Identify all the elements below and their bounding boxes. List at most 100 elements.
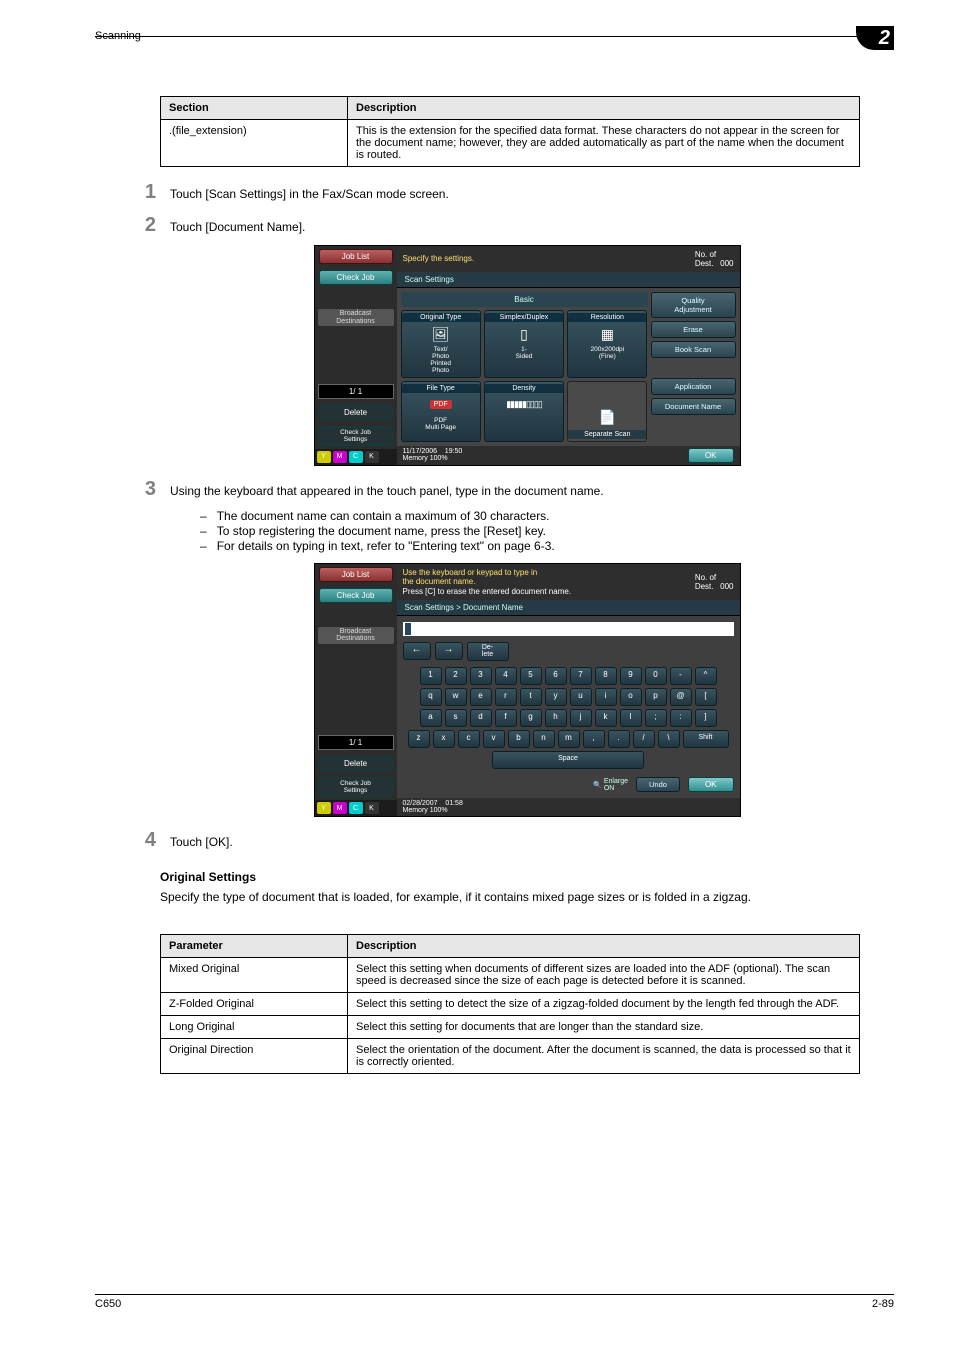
cursor-left-button[interactable]: ← <box>403 642 431 660</box>
check-settings-button[interactable]: Check Job Settings <box>319 777 393 797</box>
key-1[interactable]: 1 <box>420 667 442 685</box>
key-r[interactable]: r <box>495 688 517 706</box>
key-8[interactable]: 8 <box>595 667 617 685</box>
quality-adjustment-button[interactable]: Quality Adjustment <box>651 292 736 318</box>
key-/[interactable]: / <box>633 730 655 748</box>
delete-key[interactable]: De- lete <box>467 642 509 661</box>
table-header: Description <box>348 97 860 120</box>
application-button[interactable]: Application <box>651 378 736 395</box>
check-job-button[interactable]: Check Job <box>319 588 393 603</box>
key-l[interactable]: l <box>620 709 642 727</box>
section-heading: Original Settings <box>160 870 894 884</box>
key-c[interactable]: c <box>458 730 480 748</box>
key-n[interactable]: n <box>533 730 555 748</box>
density-icon: ▮▮▮▮▮▯▯▯▯ <box>513 396 535 414</box>
table-header: Parameter <box>161 935 348 958</box>
undo-button[interactable]: Undo <box>636 777 680 792</box>
section-intro: Specify the type of document that is loa… <box>160 890 894 904</box>
key-q[interactable]: q <box>420 688 442 706</box>
book-scan-button[interactable]: Book Scan <box>651 341 736 358</box>
key-\[interactable]: \ <box>658 730 680 748</box>
key-,[interactable]: , <box>583 730 605 748</box>
key-o[interactable]: o <box>620 688 642 706</box>
page-counter: 1/ 1 <box>318 735 394 750</box>
key-x[interactable]: x <box>433 730 455 748</box>
separate-scan-option[interactable]: 📄 Separate Scan <box>567 381 647 442</box>
key-j[interactable]: j <box>570 709 592 727</box>
pdf-badge: PDF <box>430 400 452 409</box>
key-5[interactable]: 5 <box>520 667 542 685</box>
key-7[interactable]: 7 <box>570 667 592 685</box>
panel-message: Specify the settings. <box>403 254 475 264</box>
breadcrumb: Scan Settings > Document Name <box>397 600 740 616</box>
key-:[interactable]: : <box>670 709 692 727</box>
document-name-button[interactable]: Document Name <box>651 398 736 415</box>
job-list-button[interactable]: Job List <box>319 249 393 264</box>
key-f[interactable]: f <box>495 709 517 727</box>
dest-count: No. ofDest. 000 <box>695 573 734 591</box>
key-e[interactable]: e <box>470 688 492 706</box>
key-0[interactable]: 0 <box>645 667 667 685</box>
key-y[interactable]: y <box>545 688 567 706</box>
cursor-right-button[interactable]: → <box>435 642 463 660</box>
key-t[interactable]: t <box>520 688 542 706</box>
key-9[interactable]: 9 <box>620 667 642 685</box>
check-settings-button[interactable]: Check Job Settings <box>319 426 393 446</box>
density-option[interactable]: Density ▮▮▮▮▮▯▯▯▯ <box>484 381 564 442</box>
step-number: 1 <box>120 181 170 204</box>
delete-button[interactable]: Delete <box>319 756 393 771</box>
check-job-button[interactable]: Check Job <box>319 270 393 285</box>
step-number: 4 <box>120 829 170 852</box>
broadcast-label: Broadcast Destinations <box>318 627 394 644</box>
resolution-option[interactable]: Resolution ▦ 200x200dpi (Fine) <box>567 310 647 378</box>
key-b[interactable]: b <box>508 730 530 748</box>
shift-key[interactable]: Shift <box>683 730 729 748</box>
original-type-option[interactable]: Original Type 🖼 Text/ Photo Printed Phot… <box>401 310 481 378</box>
table-row: Mixed OriginalSelect this setting when d… <box>161 958 860 993</box>
job-list-button[interactable]: Job List <box>319 567 393 582</box>
space-key[interactable]: Space <box>492 751 644 769</box>
key-.[interactable]: . <box>608 730 630 748</box>
step-number: 3 <box>120 478 170 501</box>
key-a[interactable]: a <box>420 709 442 727</box>
file-type-option[interactable]: File Type PDF PDF Multi Page <box>401 381 481 442</box>
key-k[interactable]: k <box>595 709 617 727</box>
key-4[interactable]: 4 <box>495 667 517 685</box>
key-][interactable]: ] <box>695 709 717 727</box>
key-u[interactable]: u <box>570 688 592 706</box>
docname-input[interactable] <box>403 622 734 636</box>
key-z[interactable]: z <box>408 730 430 748</box>
key-h[interactable]: h <box>545 709 567 727</box>
key-2[interactable]: 2 <box>445 667 467 685</box>
panel-message: Use the keyboard or keypad to type in th… <box>403 568 572 597</box>
key-w[interactable]: w <box>445 688 467 706</box>
breadcrumb: Scan Settings <box>397 272 740 288</box>
simplex-duplex-option[interactable]: Simplex/Duplex ▯ 1- Sided <box>484 310 564 378</box>
erase-button[interactable]: Erase <box>651 321 736 338</box>
key-6[interactable]: 6 <box>545 667 567 685</box>
step3-bullets: – The document name can contain a maximu… <box>200 509 894 553</box>
footer-right: 2-89 <box>872 1298 894 1310</box>
key-g[interactable]: g <box>520 709 542 727</box>
key-[[interactable]: [ <box>695 688 717 706</box>
key--[interactable]: - <box>670 667 692 685</box>
step-text: Touch [OK]. <box>170 829 233 849</box>
key-m[interactable]: m <box>558 730 580 748</box>
ok-button[interactable]: OK <box>688 448 734 463</box>
key-d[interactable]: d <box>470 709 492 727</box>
delete-button[interactable]: Delete <box>319 405 393 420</box>
enlarge-toggle[interactable]: 🔍 Enlarge ON <box>593 778 628 792</box>
keyboard-panel: Job List Check Job Broadcast Destination… <box>314 563 741 818</box>
page-counter: 1/ 1 <box>318 384 394 399</box>
key-s[interactable]: s <box>445 709 467 727</box>
tab-basic[interactable]: Basic <box>401 292 648 307</box>
key-i[interactable]: i <box>595 688 617 706</box>
key-^[interactable]: ^ <box>695 667 717 685</box>
key-@[interactable]: @ <box>670 688 692 706</box>
key-3[interactable]: 3 <box>470 667 492 685</box>
ok-button[interactable]: OK <box>688 777 734 792</box>
toner-indicators: YMCK <box>315 449 397 465</box>
key-p[interactable]: p <box>645 688 667 706</box>
key-v[interactable]: v <box>483 730 505 748</box>
key-;[interactable]: ; <box>645 709 667 727</box>
